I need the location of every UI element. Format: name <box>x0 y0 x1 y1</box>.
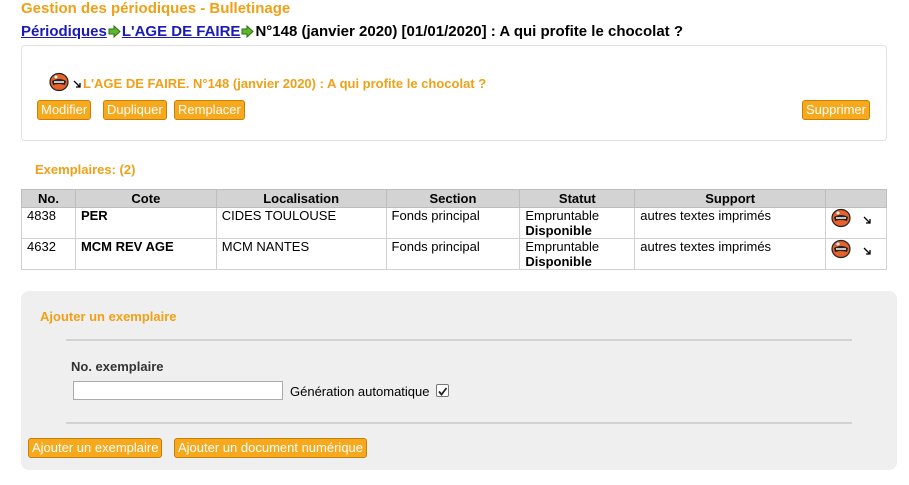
cell-statut: Empruntable Disponible <box>519 238 636 270</box>
cell-support: autres textes imprimés <box>634 238 827 270</box>
exemplaires-table: No. Cote Localisation Section Statut Sup… <box>21 189 887 270</box>
basket-icon[interactable] <box>49 72 69 95</box>
cell-actions <box>825 207 887 239</box>
dupliquer-button[interactable]: Dupliquer <box>103 100 167 120</box>
modifier-button[interactable]: Modifier <box>37 100 92 120</box>
cell-section: Fonds principal <box>385 207 521 239</box>
add-exemplaire-panel: Ajouter un exemplaire No. exemplaire Gén… <box>21 291 897 470</box>
expand-arrow-icon[interactable] <box>863 243 871 258</box>
no-exemplaire-label: No. exemplaire <box>71 359 164 374</box>
expand-arrow-icon[interactable] <box>73 76 81 91</box>
cell-localisation: MCM NANTES <box>215 238 387 270</box>
ajouter-document-numerique-button[interactable]: Ajouter un document numérique <box>174 438 368 458</box>
dispo-text: Disponible <box>525 254 592 269</box>
basket-icon[interactable] <box>831 239 851 262</box>
cell-statut: Empruntable Disponible <box>519 207 636 239</box>
column-header-actions <box>825 189 887 208</box>
exemplaires-label: Exemplaires: (2) <box>35 162 136 177</box>
expand-arrow-icon[interactable] <box>863 212 871 227</box>
column-header-statut: Statut <box>519 189 636 208</box>
cell-section: Fonds principal <box>385 238 521 270</box>
basket-icon[interactable] <box>831 208 851 231</box>
breadcrumb-link-periodiques[interactable]: Périodiques <box>21 23 107 40</box>
cell-cote: PER <box>74 207 217 239</box>
remplacer-button[interactable]: Remplacer <box>174 100 245 120</box>
table-row[interactable]: 4838 PER CIDES TOULOUSE Fonds principal … <box>21 207 887 239</box>
ajouter-exemplaire-button[interactable]: Ajouter un exemplaire <box>28 438 163 458</box>
notice-panel: L'AGE DE FAIRE. N°148 (janvier 2020) : A… <box>21 45 887 141</box>
no-exemplaire-input[interactable] <box>73 381 283 400</box>
statut-text: Empruntable <box>525 239 600 254</box>
breadcrumb: Périodiques L'AGE DE FAIRE N°148 (janvier … <box>21 23 683 42</box>
page-title: Gestion des périodiques - Bulletinage <box>21 0 291 17</box>
column-header-cote: Cote <box>74 189 217 208</box>
statut-text: Empruntable <box>525 208 600 223</box>
breadcrumb-link-serial[interactable]: L'AGE DE FAIRE <box>122 23 241 40</box>
notice-header: L'AGE DE FAIRE. N°148 (janvier 2020) : A… <box>49 72 486 95</box>
add-exemplaire-title: Ajouter un exemplaire <box>40 309 177 324</box>
cell-localisation: CIDES TOULOUSE <box>215 207 387 239</box>
cell-actions <box>825 238 887 270</box>
checkmark-icon <box>438 387 448 396</box>
column-header-section: Section <box>385 189 521 208</box>
table-row[interactable]: 4632 MCM REV AGE MCM NANTES Fonds princi… <box>21 238 887 270</box>
generation-auto-checkbox[interactable] <box>436 384 449 397</box>
cell-no: 4838 <box>21 207 76 239</box>
supprimer-button[interactable]: Supprimer <box>802 100 870 120</box>
arrow-right-icon <box>241 24 255 42</box>
breadcrumb-current: N°148 (janvier 2020) [01/01/2020] : A qu… <box>255 23 683 40</box>
table-header-row: No. Cote Localisation Section Statut Sup… <box>21 189 887 208</box>
divider <box>66 422 852 424</box>
arrow-right-icon <box>108 24 121 42</box>
column-header-support: Support <box>634 189 827 208</box>
column-header-no: No. <box>21 189 76 208</box>
generation-auto-label: Génération automatique <box>290 384 430 399</box>
notice-title[interactable]: L'AGE DE FAIRE. N°148 (janvier 2020) : A… <box>83 76 486 91</box>
cell-support: autres textes imprimés <box>634 207 827 239</box>
cell-no: 4632 <box>21 238 76 270</box>
dispo-text: Disponible <box>525 223 592 238</box>
column-header-localisation: Localisation <box>215 189 387 208</box>
divider <box>66 339 852 341</box>
cell-cote: MCM REV AGE <box>74 238 217 270</box>
